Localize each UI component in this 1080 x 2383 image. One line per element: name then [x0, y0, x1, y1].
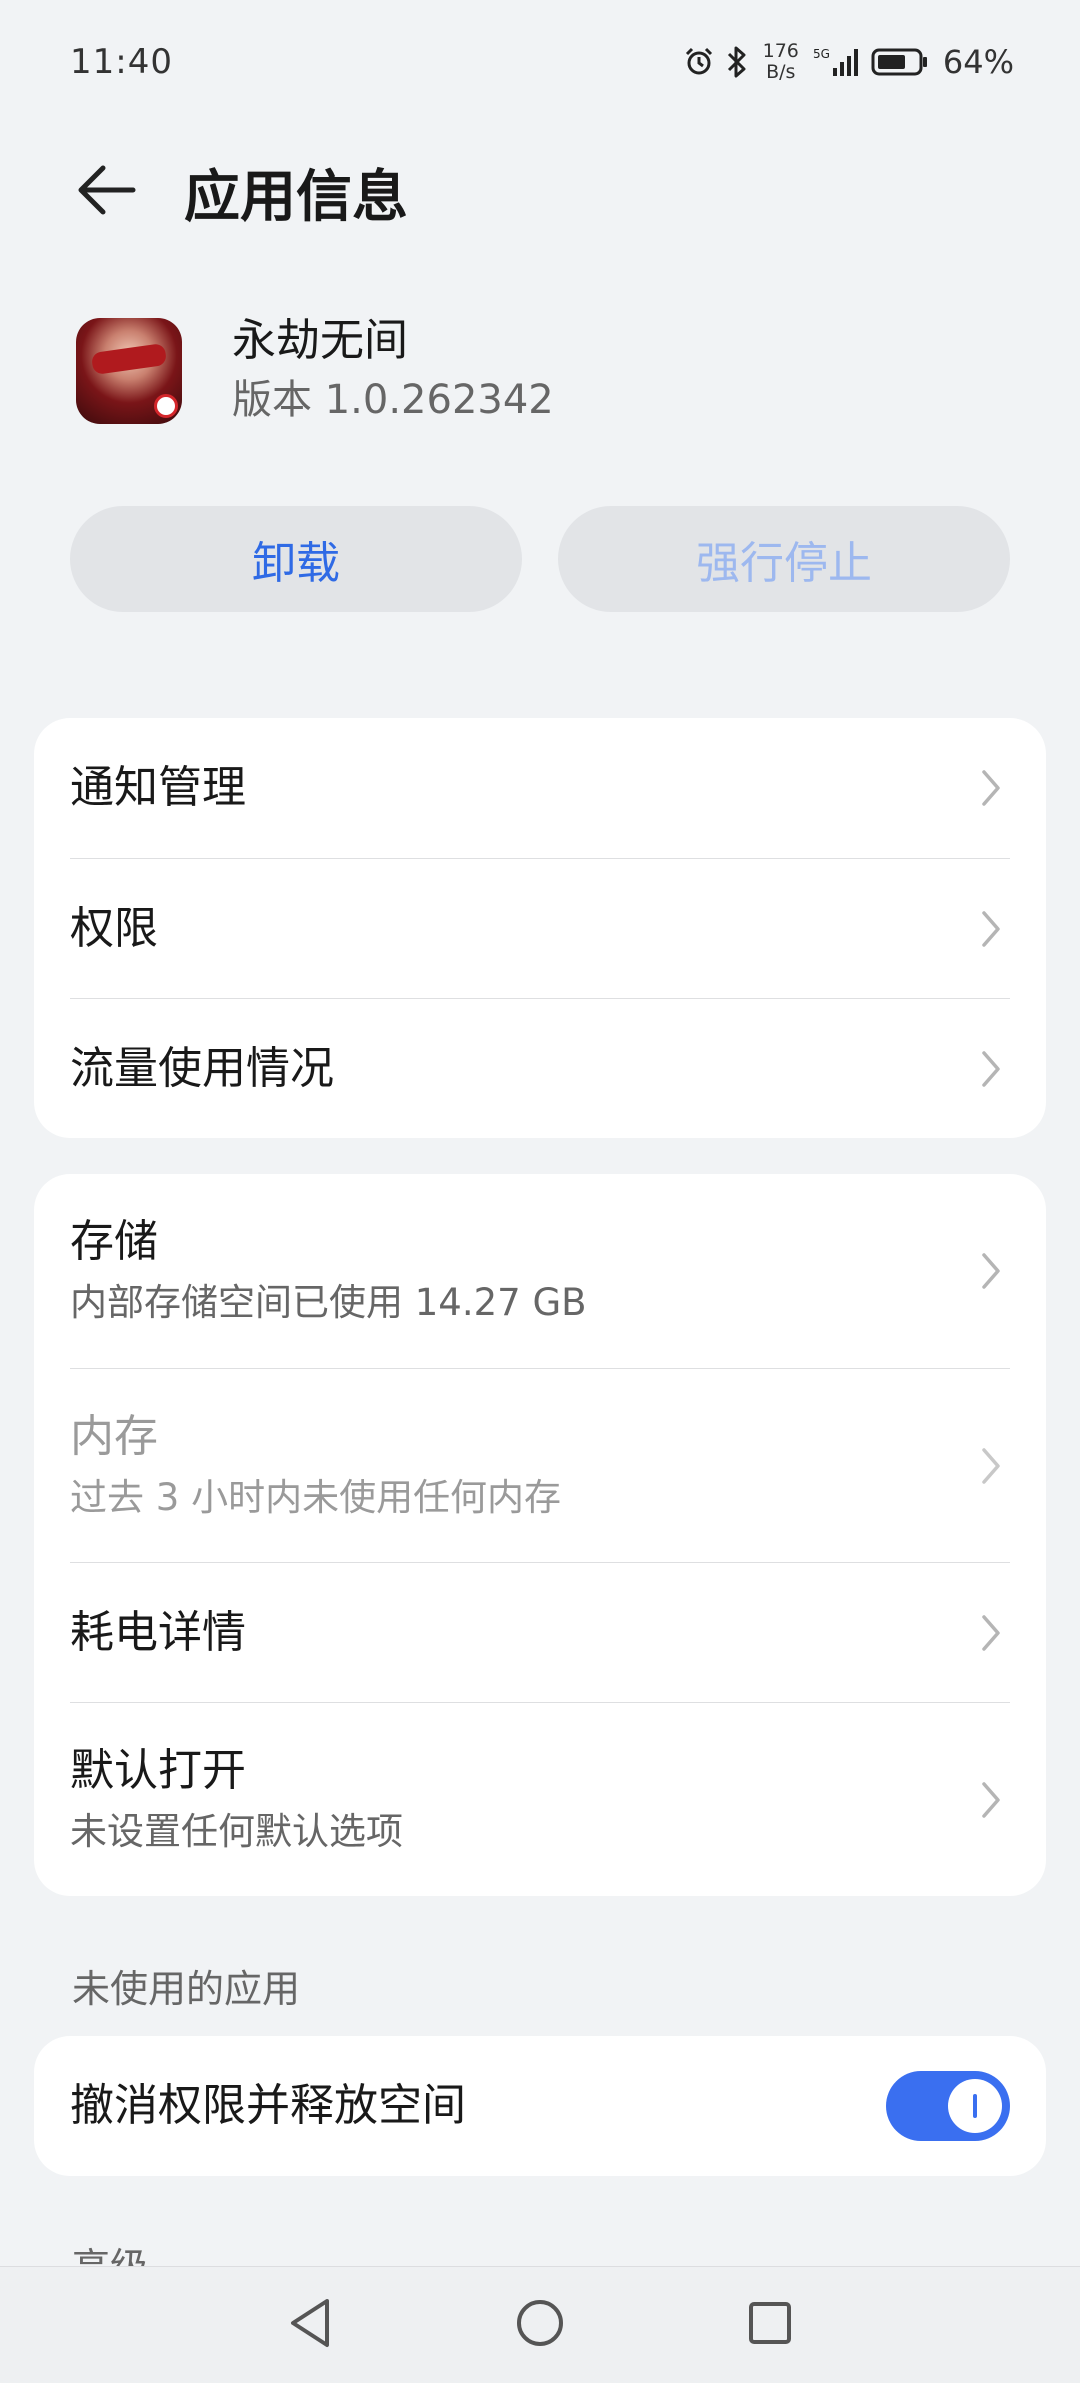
back-triangle-icon [287, 2297, 333, 2353]
nav-back-button[interactable] [280, 2295, 340, 2355]
alarm-icon [683, 46, 715, 78]
nav-recents-button[interactable] [740, 2295, 800, 2355]
unused-apps-card: 撤消权限并释放空间 [34, 2036, 1046, 2176]
revoke-permissions-label: 撤消权限并释放空间 [70, 2080, 466, 2131]
network-speed-unit: B/s [766, 61, 796, 83]
status-icons: 176 B/s 5G 64% [683, 41, 1014, 83]
network-speed: 176 B/s [763, 41, 799, 83]
chevron-right-icon [976, 909, 1006, 949]
memory-item[interactable]: 内存 过去 3 小时内未使用任何内存 [70, 1368, 1010, 1562]
chevron-right-icon [976, 1780, 1006, 1820]
status-time: 11:40 [70, 42, 173, 82]
force-stop-button[interactable]: 强行停止 [558, 506, 1010, 612]
revoke-permissions-row: 撤消权限并释放空间 [70, 2036, 1010, 2176]
battery-icon [871, 46, 929, 78]
storage-item[interactable]: 存储 内部存储空间已使用 14.27 GB [70, 1174, 1010, 1368]
app-icon [76, 318, 182, 424]
list-item-subtitle: 未设置任何默认选项 [70, 1809, 403, 1853]
list-item-subtitle: 内部存储空间已使用 14.27 GB [70, 1281, 587, 1324]
signal-icon: 5G [813, 46, 861, 78]
publisher-badge-icon [154, 394, 178, 418]
open-by-default-item[interactable]: 默认打开 未设置任何默认选项 [70, 1702, 1010, 1896]
list-item-title: 流量使用情况 [70, 1042, 334, 1094]
settings-card-resources: 存储 内部存储空间已使用 14.27 GB 内存 过去 3 小时内未使用任何内存… [34, 1174, 1046, 1896]
app-info: 永劫无间 版本 1.0.262342 [76, 312, 554, 430]
notification-management-item[interactable]: 通知管理 [70, 718, 1010, 858]
settings-card-basic: 通知管理 权限 流量使用情况 [34, 718, 1046, 1138]
chevron-right-icon [976, 1446, 1006, 1486]
revoke-permissions-toggle[interactable] [886, 2071, 1010, 2141]
list-item-subtitle: 过去 3 小时内未使用任何内存 [70, 1475, 562, 1519]
uninstall-button[interactable]: 卸载 [70, 506, 522, 612]
chevron-right-icon [976, 768, 1006, 808]
network-speed-value: 176 [762, 40, 799, 62]
permissions-item[interactable]: 权限 [70, 858, 1010, 998]
navigation-bar [0, 2266, 1080, 2383]
list-item-title: 通知管理 [70, 762, 246, 813]
network-type-label: 5G [813, 47, 830, 61]
chevron-right-icon [976, 1251, 1006, 1291]
app-name: 永劫无间 [232, 315, 408, 366]
chevron-right-icon [976, 1049, 1006, 1089]
app-version: 版本 1.0.262342 [232, 377, 554, 423]
list-item-title: 默认打开 [70, 1744, 246, 1796]
arrow-left-icon [75, 162, 137, 222]
list-item-title: 内存 [70, 1410, 158, 1462]
bluetooth-icon [725, 45, 749, 79]
recents-square-icon [747, 2300, 793, 2350]
unused-apps-section-label: 未使用的应用 [72, 1967, 301, 2011]
list-item-title: 存储 [70, 1216, 158, 1267]
chevron-right-icon [976, 1613, 1006, 1653]
status-bar: 11:40 176 B/s 5G 64% [0, 0, 1080, 124]
action-buttons: 卸载 强行停止 [70, 506, 1010, 612]
nav-home-button[interactable] [510, 2295, 570, 2355]
battery-usage-item[interactable]: 耗电详情 [70, 1562, 1010, 1702]
page-title: 应用信息 [184, 164, 408, 230]
battery-percent: 64% [942, 43, 1014, 81]
back-button[interactable] [64, 150, 148, 234]
home-circle-icon [515, 2298, 565, 2352]
list-item-title: 权限 [70, 902, 158, 954]
header: 应用信息 [0, 130, 1080, 254]
list-item-title: 耗电详情 [70, 1606, 246, 1658]
advanced-section-label: 高级 [72, 2236, 148, 2266]
data-usage-item[interactable]: 流量使用情况 [70, 998, 1010, 1138]
